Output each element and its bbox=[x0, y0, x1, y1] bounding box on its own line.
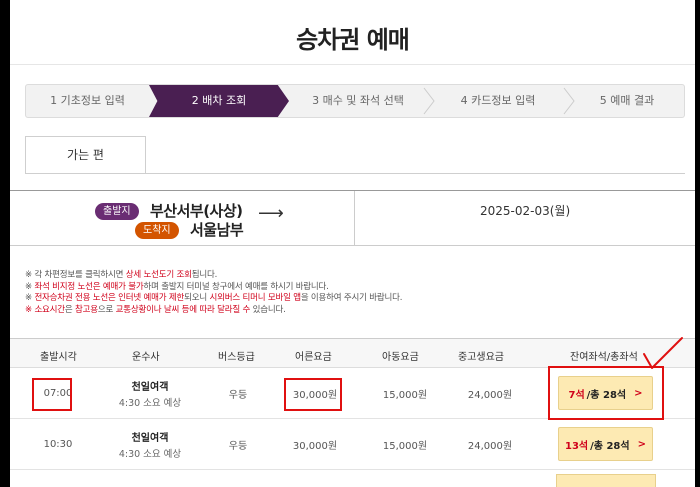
page-title: 승차권 예매 bbox=[296, 26, 410, 54]
bus-company: 천일여객 4:30 소요 예상 bbox=[100, 419, 200, 470]
notice-item: ※ 소요시간은 참고용으로 교통상황이나 날씨 등에 따라 달라질 수 있습니다… bbox=[25, 304, 286, 315]
route-summary: 출발지 부산서부(사상) ⟶ 도착지 서울남부 2025-02-03(월) bbox=[10, 190, 695, 246]
departure-terminal: 부산서부(사상) bbox=[150, 202, 243, 220]
divider bbox=[354, 191, 355, 246]
departure-time: 07:00 bbox=[43, 388, 73, 399]
check-mark-icon bbox=[643, 337, 683, 369]
departure-badge: 출발지 bbox=[95, 203, 139, 220]
notice-item: ※ 좌석 비지정 노선은 예매가 불가하며 출발지 터미널 창구에서 예매를 하… bbox=[25, 281, 329, 292]
tab-outbound[interactable]: 가는 편 bbox=[25, 136, 146, 174]
arrival-badge: 도착지 bbox=[135, 222, 179, 239]
seat-select-button[interactable]: 13석 /총 28석 > bbox=[558, 427, 653, 461]
child-fare: 15,000원 bbox=[382, 390, 428, 401]
total-seats: /총 28석 bbox=[586, 389, 627, 401]
notice-item: ※ 전자승차권 전용 노선은 인터넷 예매가 제한되오니 시외버스 티머니 모바… bbox=[25, 293, 403, 303]
step-basic-info: 1 기초정보 입력 bbox=[50, 94, 125, 107]
bus-company: 천일여객 4:30 소요 예상 bbox=[100, 368, 200, 419]
remaining-seats: 13석 bbox=[565, 440, 589, 452]
step-seat-select: 3 매수 및 좌석 선택 bbox=[312, 94, 404, 107]
header-grade: 버스등급 bbox=[218, 352, 255, 363]
table-header: 출발시각 운수사 버스등급 어른요금 아동요금 중고생요금 잔여좌석/총좌석 bbox=[10, 338, 695, 368]
table-row[interactable]: 10:30 천일여객 4:30 소요 예상 우등 30,000원 15,000원… bbox=[10, 419, 695, 470]
duration: 4:30 소요 예상 bbox=[118, 398, 182, 409]
chevron-right-icon: > bbox=[634, 387, 643, 399]
header-time: 출발시각 bbox=[40, 352, 77, 363]
schedule-table: 출발시각 운수사 버스등급 어른요금 아동요금 중고생요금 잔여좌석/총좌석 0… bbox=[10, 338, 695, 470]
duration: 4:30 소요 예상 bbox=[118, 449, 182, 460]
table-row[interactable]: 07:00 천일여객 4:30 소요 예상 우등 30,000원 15,000원… bbox=[10, 368, 695, 419]
bus-grade: 우등 bbox=[228, 390, 248, 401]
seat-select-button-partial[interactable] bbox=[556, 474, 656, 487]
notice-item: ※ 각 차편정보를 클릭하시면 상세 노선도기 조회됩니다. bbox=[25, 270, 218, 280]
header-teen-fare: 중고생요금 bbox=[458, 352, 504, 363]
header-company: 운수사 bbox=[132, 352, 160, 363]
booking-page: 승차권 예매 1 기초정보 입력 2 배차 조회 3 매수 및 좌석 선택 4 … bbox=[10, 0, 695, 487]
total-seats: /총 28석 bbox=[590, 440, 630, 452]
departure-time: 10:30 bbox=[43, 439, 73, 450]
progress-steps: 1 기초정보 입력 2 배차 조회 3 매수 및 좌석 선택 4 카드정보 입력… bbox=[25, 84, 685, 118]
header-seats: 잔여좌석/총좌석 bbox=[570, 352, 638, 363]
teen-fare: 24,000원 bbox=[467, 390, 513, 401]
bus-grade: 우등 bbox=[228, 441, 248, 452]
chevron-right-icon: > bbox=[637, 438, 646, 450]
teen-fare: 24,000원 bbox=[467, 441, 513, 452]
tab-underline bbox=[25, 173, 685, 174]
header-child-fare: 아동요금 bbox=[382, 352, 419, 363]
arrival-terminal: 서울남부 bbox=[190, 221, 244, 239]
divider bbox=[10, 64, 695, 65]
seat-select-button[interactable]: 7석 /총 28석 > bbox=[558, 376, 653, 410]
step-schedule-search: 2 배차 조회 bbox=[149, 85, 289, 117]
step-result: 5 예매 결과 bbox=[599, 94, 655, 107]
child-fare: 15,000원 bbox=[382, 441, 428, 452]
company-name: 천일여객 bbox=[131, 433, 169, 444]
arrow-right-icon: ⟶ bbox=[258, 203, 284, 224]
departure-date: 2025-02-03(월) bbox=[480, 204, 571, 218]
remaining-seats: 7석 bbox=[568, 389, 585, 401]
step-chevron-icon bbox=[422, 87, 436, 115]
notice-list: ※ 각 차편정보를 클릭하시면 상세 노선도기 조회됩니다. ※ 좌석 비지정 … bbox=[25, 270, 402, 316]
adult-fare: 30,000원 bbox=[292, 390, 338, 401]
company-name: 천일여객 bbox=[131, 382, 169, 393]
header-adult-fare: 어른요금 bbox=[295, 352, 332, 363]
adult-fare: 30,000원 bbox=[292, 441, 338, 452]
step-chevron-icon bbox=[562, 87, 576, 115]
step-card-info: 4 카드정보 입력 bbox=[460, 94, 536, 107]
